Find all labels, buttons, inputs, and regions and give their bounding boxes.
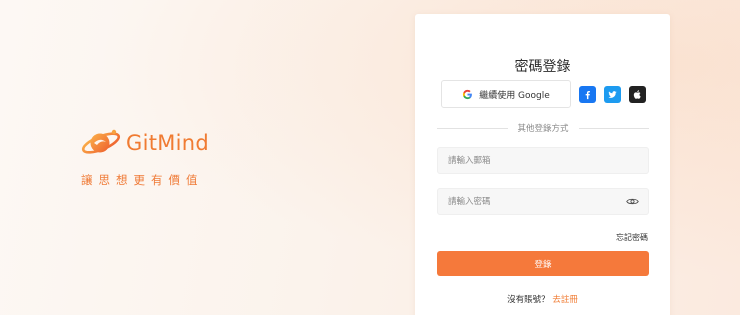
no-account-text: 沒有賬號？ [507,295,550,305]
show-password-eye-icon[interactable] [626,197,639,206]
password-input[interactable] [437,188,649,215]
brand-name: GitMind [126,131,210,155]
facebook-login-button[interactable] [579,85,596,103]
google-login-button[interactable]: 繼續使用 Google [441,80,571,108]
google-icon [463,89,473,99]
email-input[interactable] [437,147,649,174]
signup-link[interactable]: 去註冊 [552,295,578,305]
twitter-login-button[interactable] [604,85,621,103]
apple-icon [633,89,641,99]
login-card: 密碼登錄 繼續使用 Google 其他登錄方式 請輸入郵箱 忘記密碼 登錄 沒有… [415,14,670,315]
brand-block: GitMind 讓思想更有價值 [80,126,209,188]
divider-text: 其他登錄方式 [517,124,569,134]
divider-line-left [437,127,508,129]
brand-slogan: 讓思想更有價值 [81,173,204,187]
gitmind-logo-icon [81,129,121,154]
forgot-password-link[interactable]: 忘記密碼 [616,232,648,243]
login-title: 密碼登錄 [514,59,571,75]
facebook-icon [585,90,590,99]
brand-row: GitMind [80,126,209,160]
signup-row: 沒有賬號？ 去註冊 [415,293,670,305]
other-login-divider: 其他登錄方式 [437,122,650,134]
apple-login-button[interactable] [629,85,646,103]
divider-line-right [578,127,650,129]
social-login-row: 繼續使用 Google [441,80,646,108]
login-submit-button[interactable]: 登錄 [437,251,649,276]
twitter-icon [608,90,617,98]
google-login-label: 繼續使用 Google [479,90,550,101]
